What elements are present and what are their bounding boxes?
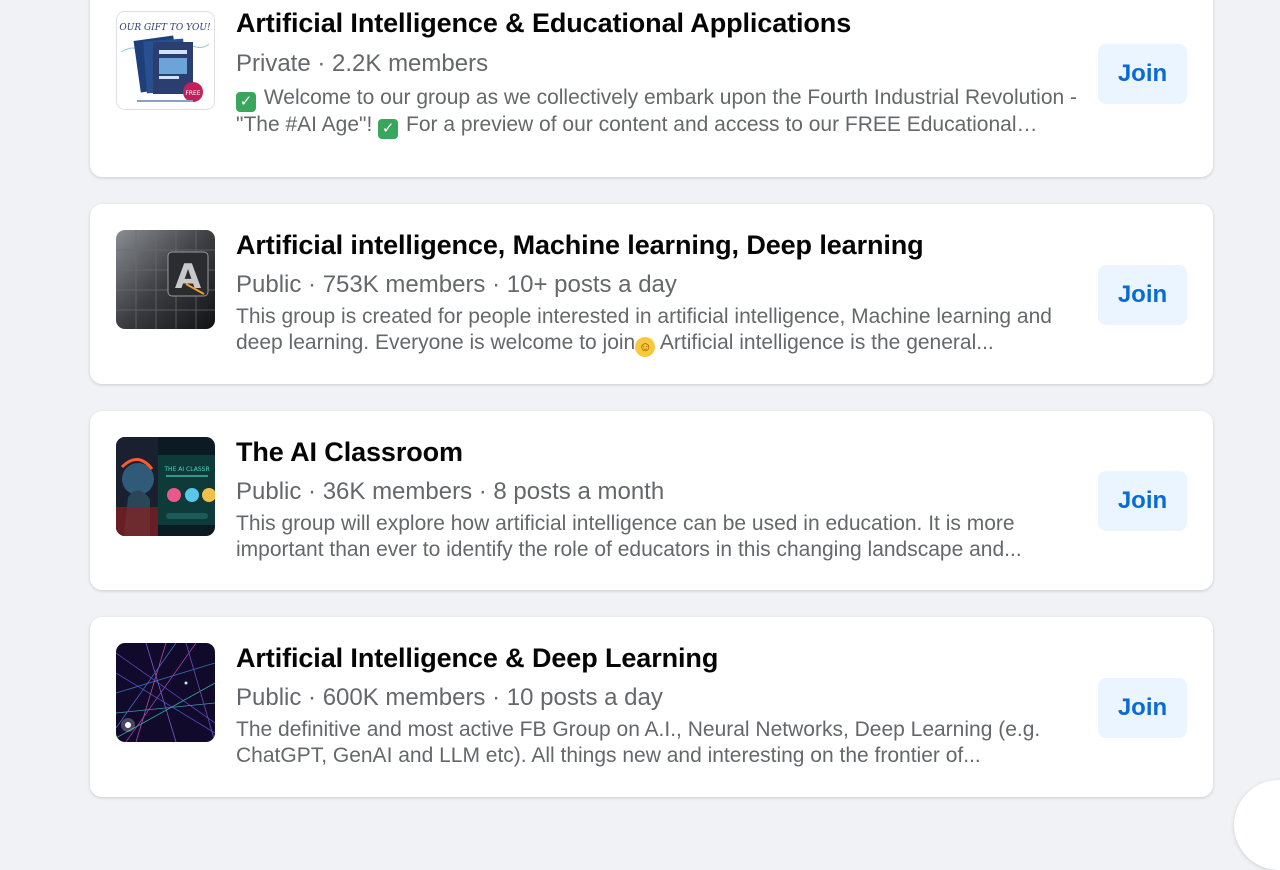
join-button[interactable]: Join (1098, 44, 1187, 104)
group-thumbnail[interactable] (116, 643, 215, 742)
group-name[interactable]: Artificial Intelligence & Deep Learning (236, 643, 718, 674)
group-meta: Public · 753K members · 10+ posts a day (236, 271, 677, 298)
thumb-caption: THE AI CLASSR (163, 466, 209, 473)
group-description: This group will explore how artificial i… (236, 512, 1022, 561)
group-meta: Public · 36K members · 8 posts a month (236, 478, 665, 505)
group-name[interactable]: Artificial intelligence, Machine learnin… (236, 230, 924, 261)
group-description: ✓ Welcome to our group as we collectivel… (236, 85, 1081, 139)
group-description: The definitive and most active FB Group … (236, 718, 1041, 767)
group-card-ai-educational-applications[interactable]: OUR GIFT TO YOU! FREE Artificial Intelli… (90, 0, 1213, 177)
join-button[interactable]: Join (1098, 678, 1187, 738)
thumb-gift-text: OUR GIFT TO YOU! (119, 23, 211, 33)
group-meta: Public · 600K members · 10 posts a day (236, 684, 663, 711)
group-card-ai-classroom[interactable]: THE AI CLASSR The AI Classroom Public · … (90, 411, 1213, 590)
join-button[interactable]: Join (1098, 265, 1187, 325)
desc-text: Artificial intelligence is the general..… (655, 331, 994, 354)
join-button[interactable]: Join (1098, 471, 1187, 531)
group-thumbnail[interactable]: THE AI CLASSR (116, 437, 215, 536)
floating-action-button[interactable] (1234, 780, 1280, 870)
group-name[interactable]: The AI Classroom (236, 437, 463, 468)
check-emoji-icon: ✓ (378, 119, 399, 139)
group-card-ai-ml-dl[interactable]: A Artificial intelligence, Machine learn… (90, 204, 1213, 384)
group-meta: Private · 2.2K members (236, 50, 489, 77)
group-thumbnail[interactable]: A (116, 230, 215, 329)
group-name[interactable]: Artificial Intelligence & Educational Ap… (236, 8, 851, 39)
smile-emoji-icon: ☺ (635, 337, 656, 357)
group-description: This group is created for people interes… (236, 304, 1081, 357)
check-emoji-icon: ✓ (236, 92, 256, 112)
thumb-free-badge: FREE (185, 90, 200, 97)
group-card-ai-deep-learning[interactable]: Artificial Intelligence & Deep Learning … (90, 617, 1213, 797)
group-thumbnail[interactable]: OUR GIFT TO YOU! FREE (116, 11, 215, 110)
